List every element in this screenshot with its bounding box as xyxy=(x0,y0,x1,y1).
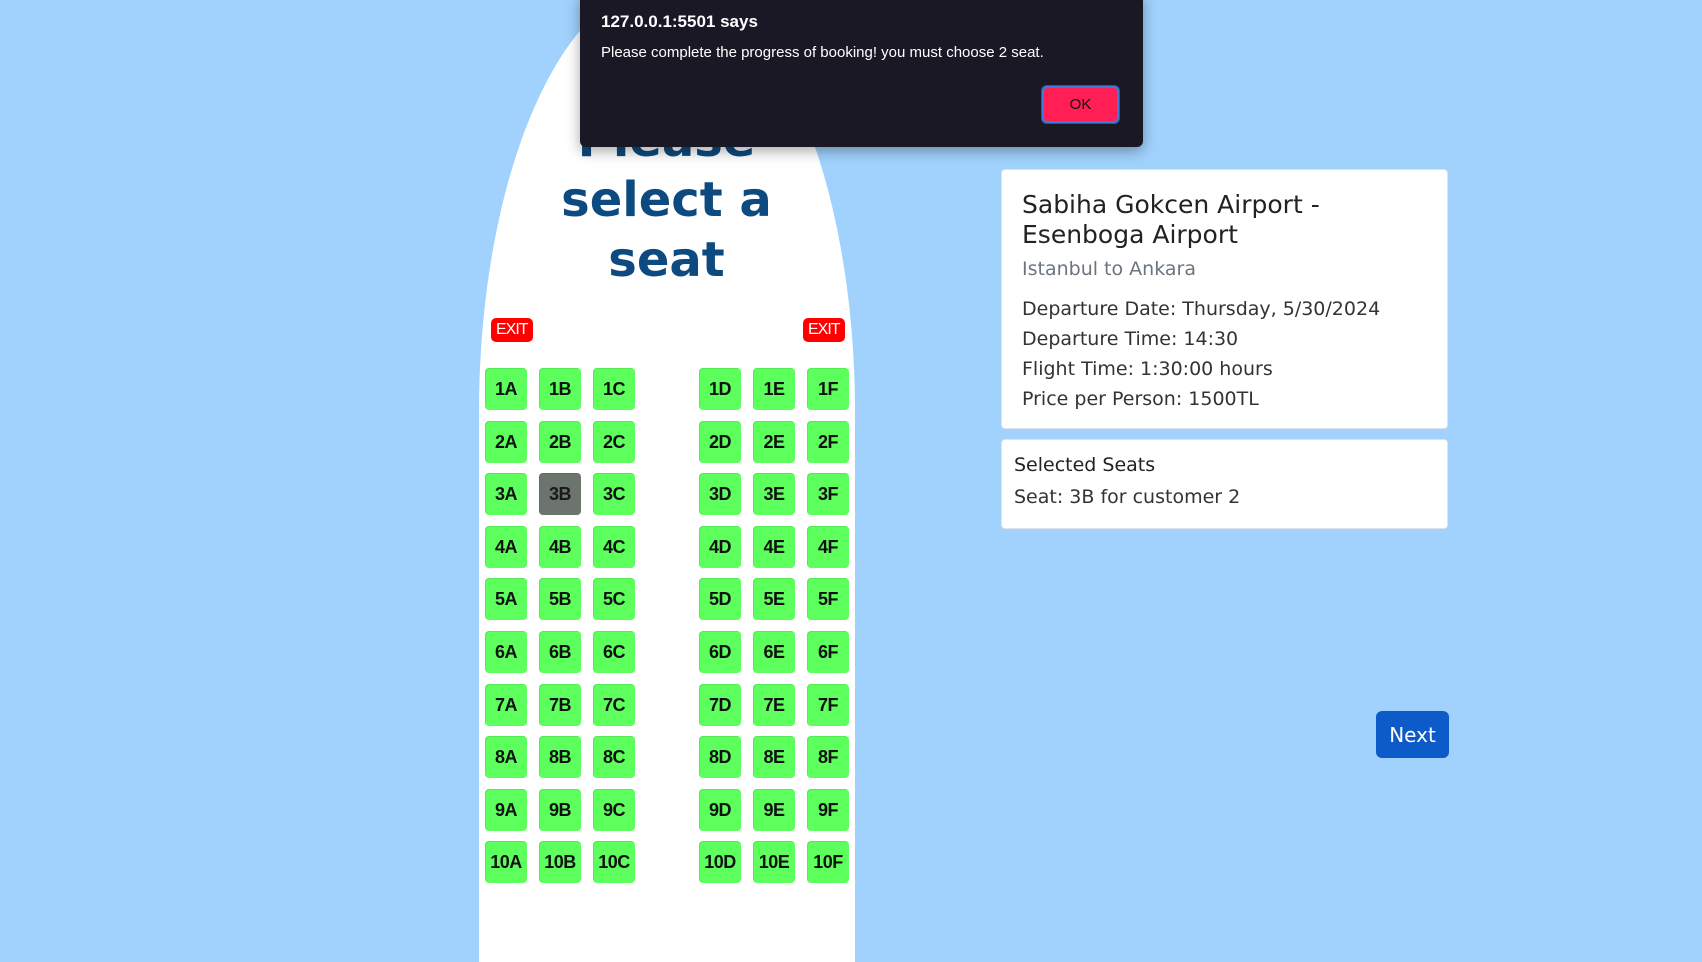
flight-route-subtitle: Istanbul to Ankara xyxy=(1022,258,1196,280)
seat-4c[interactable]: 4C xyxy=(593,526,635,568)
dialog-message: Please complete the progress of booking!… xyxy=(601,44,1044,61)
seat-6b[interactable]: 6B xyxy=(539,631,581,673)
selected-seats-heading: Selected Seats xyxy=(1014,454,1156,476)
seat-8d[interactable]: 8D xyxy=(699,736,741,778)
seat-1e[interactable]: 1E xyxy=(753,368,795,410)
seat-7b[interactable]: 7B xyxy=(539,684,581,726)
seat-7e[interactable]: 7E xyxy=(753,684,795,726)
seat-9a[interactable]: 9A xyxy=(485,789,527,831)
seat-5f[interactable]: 5F xyxy=(807,578,849,620)
seat-2a[interactable]: 2A xyxy=(485,421,527,463)
seat-8a[interactable]: 8A xyxy=(485,736,527,778)
seat-4b[interactable]: 4B xyxy=(539,526,581,568)
flight-info-card: Sabiha Gokcen Airport - Esenboga Airport… xyxy=(1001,169,1448,429)
seat-3c[interactable]: 3C xyxy=(593,473,635,515)
seat-7d[interactable]: 7D xyxy=(699,684,741,726)
seat-4d[interactable]: 4D xyxy=(699,526,741,568)
seat-6e[interactable]: 6E xyxy=(753,631,795,673)
seat-6f[interactable]: 6F xyxy=(807,631,849,673)
seat-2d[interactable]: 2D xyxy=(699,421,741,463)
dialog-ok-button[interactable]: OK xyxy=(1042,86,1119,123)
seat-5a[interactable]: 5A xyxy=(485,578,527,620)
alert-dialog: 127.0.0.1:5501 says Please complete the … xyxy=(580,0,1143,147)
seat-5c[interactable]: 5C xyxy=(593,578,635,620)
departure-date: Departure Date: Thursday, 5/30/2024 xyxy=(1022,298,1381,320)
price-per-person: Price per Person: 1500TL xyxy=(1022,388,1259,410)
seat-10c[interactable]: 10C xyxy=(593,841,635,883)
seat-4e[interactable]: 4E xyxy=(753,526,795,568)
next-button[interactable]: Next xyxy=(1376,711,1449,758)
flight-route-title: Sabiha Gokcen Airport - Esenboga Airport xyxy=(1022,190,1320,249)
seat-map: 1A 1B 1C 1D 1E 1F 2A 2B 2C 2D 2E 2F 3A 3B 3C 3D 3E 3F 4A 4B… xyxy=(485,368,849,908)
seat-9d[interactable]: 9D xyxy=(699,789,741,831)
seat-10d[interactable]: 10D xyxy=(699,841,741,883)
seat-7c[interactable]: 7C xyxy=(593,684,635,726)
seat-7a[interactable]: 7A xyxy=(485,684,527,726)
flight-time: Flight Time: 1:30:00 hours xyxy=(1022,358,1273,380)
seat-6d[interactable]: 6D xyxy=(699,631,741,673)
seat-10b[interactable]: 10B xyxy=(539,841,581,883)
seat-4f[interactable]: 4F xyxy=(807,526,849,568)
seat-3b[interactable]: 3B xyxy=(539,473,581,515)
seat-4a[interactable]: 4A xyxy=(485,526,527,568)
seat-1c[interactable]: 1C xyxy=(593,368,635,410)
dialog-origin: 127.0.0.1:5501 says xyxy=(601,12,758,31)
exit-sign-left: EXIT xyxy=(491,318,533,342)
seat-5d[interactable]: 5D xyxy=(699,578,741,620)
seat-2c[interactable]: 2C xyxy=(593,421,635,463)
departure-time: Departure Time: 14:30 xyxy=(1022,328,1239,350)
seat-5b[interactable]: 5B xyxy=(539,578,581,620)
seat-1b[interactable]: 1B xyxy=(539,368,581,410)
seat-8f[interactable]: 8F xyxy=(807,736,849,778)
seat-9f[interactable]: 9F xyxy=(807,789,849,831)
seat-5e[interactable]: 5E xyxy=(753,578,795,620)
seat-8b[interactable]: 8B xyxy=(539,736,581,778)
seat-3a[interactable]: 3A xyxy=(485,473,527,515)
seat-7f[interactable]: 7F xyxy=(807,684,849,726)
seat-2b[interactable]: 2B xyxy=(539,421,581,463)
seat-3f[interactable]: 3F xyxy=(807,473,849,515)
seat-8c[interactable]: 8C xyxy=(593,736,635,778)
seat-1f[interactable]: 1F xyxy=(807,368,849,410)
seat-9c[interactable]: 9C xyxy=(593,789,635,831)
seat-9e[interactable]: 9E xyxy=(753,789,795,831)
seat-2e[interactable]: 2E xyxy=(753,421,795,463)
seat-10a[interactable]: 10A xyxy=(485,841,527,883)
selected-seat-item: Seat: 3B for customer 2 xyxy=(1014,486,1241,508)
seat-2f[interactable]: 2F xyxy=(807,421,849,463)
seat-6a[interactable]: 6A xyxy=(485,631,527,673)
selected-seats-card: Selected Seats Seat: 3B for customer 2 xyxy=(1001,439,1448,529)
seat-10e[interactable]: 10E xyxy=(753,841,795,883)
seat-8e[interactable]: 8E xyxy=(753,736,795,778)
seat-1d[interactable]: 1D xyxy=(699,368,741,410)
seat-6c[interactable]: 6C xyxy=(593,631,635,673)
exit-sign-right: EXIT xyxy=(803,318,845,342)
seat-9b[interactable]: 9B xyxy=(539,789,581,831)
seat-10f[interactable]: 10F xyxy=(807,841,849,883)
seat-1a[interactable]: 1A xyxy=(485,368,527,410)
seat-3e[interactable]: 3E xyxy=(753,473,795,515)
seat-3d[interactable]: 3D xyxy=(699,473,741,515)
